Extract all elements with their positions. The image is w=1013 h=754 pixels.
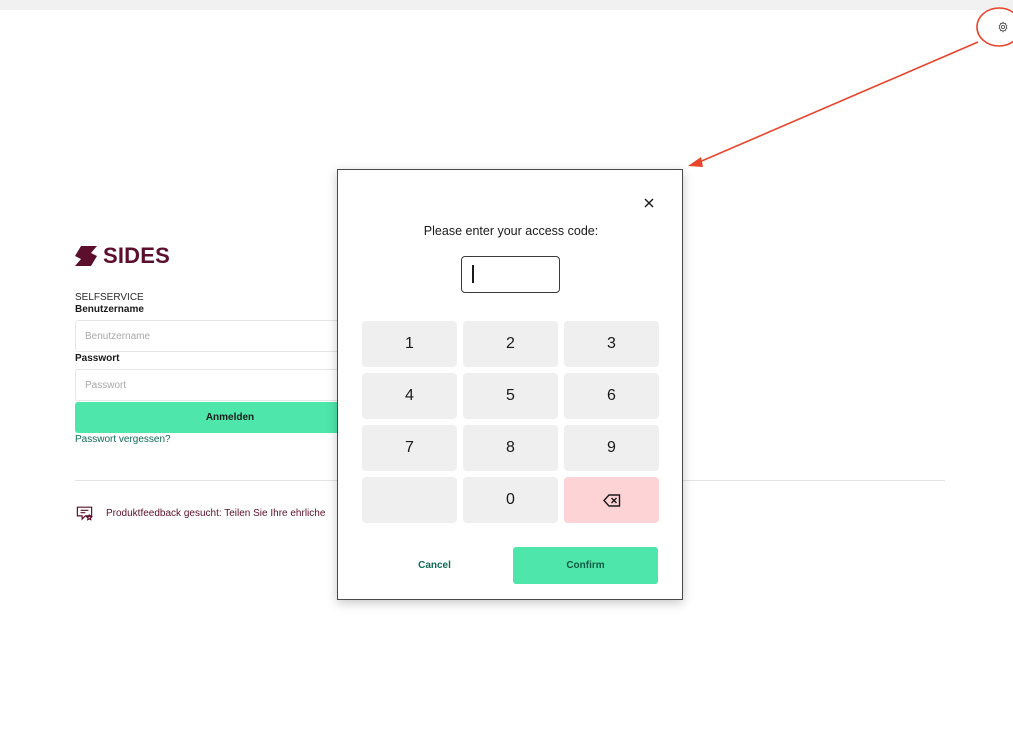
key-2[interactable]: 2 [463, 321, 558, 367]
gear-icon[interactable] [994, 18, 1012, 36]
key-4[interactable]: 4 [362, 373, 457, 419]
feedback-text[interactable]: Produktfeedback gesucht: Teilen Sie Ihre… [106, 508, 325, 519]
key-6[interactable]: 6 [564, 373, 659, 419]
close-icon[interactable] [641, 195, 657, 211]
key-7[interactable]: 7 [362, 425, 457, 471]
password-input[interactable] [75, 369, 375, 401]
password-label: Passwort [75, 353, 120, 364]
numeric-keypad: 1 2 3 4 5 6 7 8 9 0 [362, 321, 660, 523]
cancel-button[interactable]: Cancel [362, 547, 507, 583]
text-caret [472, 265, 474, 283]
annotation-arrow [696, 41, 979, 164]
backspace-button[interactable] [564, 477, 659, 523]
sides-logo-icon [75, 246, 97, 266]
feedback-star-icon [76, 506, 93, 521]
section-label: SELFSERVICE [75, 292, 144, 303]
brand-name: SIDES [103, 243, 171, 268]
top-bar [0, 0, 1013, 10]
key-3[interactable]: 3 [564, 321, 659, 367]
brand-logo: SIDES [75, 243, 170, 269]
annotation-arrowhead [688, 157, 703, 167]
key-9[interactable]: 9 [564, 425, 659, 471]
backspace-icon [602, 493, 620, 507]
access-code-input[interactable] [461, 256, 560, 293]
username-input[interactable] [75, 320, 375, 352]
key-blank [362, 477, 457, 523]
forgot-password-link[interactable]: Passwort vergessen? [75, 434, 171, 445]
key-0[interactable]: 0 [463, 477, 558, 523]
access-code-dialog: Please enter your access code: 1 2 3 4 5… [337, 169, 683, 600]
dialog-title: Please enter your access code: [423, 224, 599, 238]
confirm-button[interactable]: Confirm [513, 547, 658, 584]
key-5[interactable]: 5 [463, 373, 558, 419]
key-8[interactable]: 8 [463, 425, 558, 471]
feedback-banner[interactable]: Produktfeedback gesucht: Teilen Sie Ihre… [75, 504, 325, 523]
key-1[interactable]: 1 [362, 321, 457, 367]
username-label: Benutzername [75, 304, 144, 315]
